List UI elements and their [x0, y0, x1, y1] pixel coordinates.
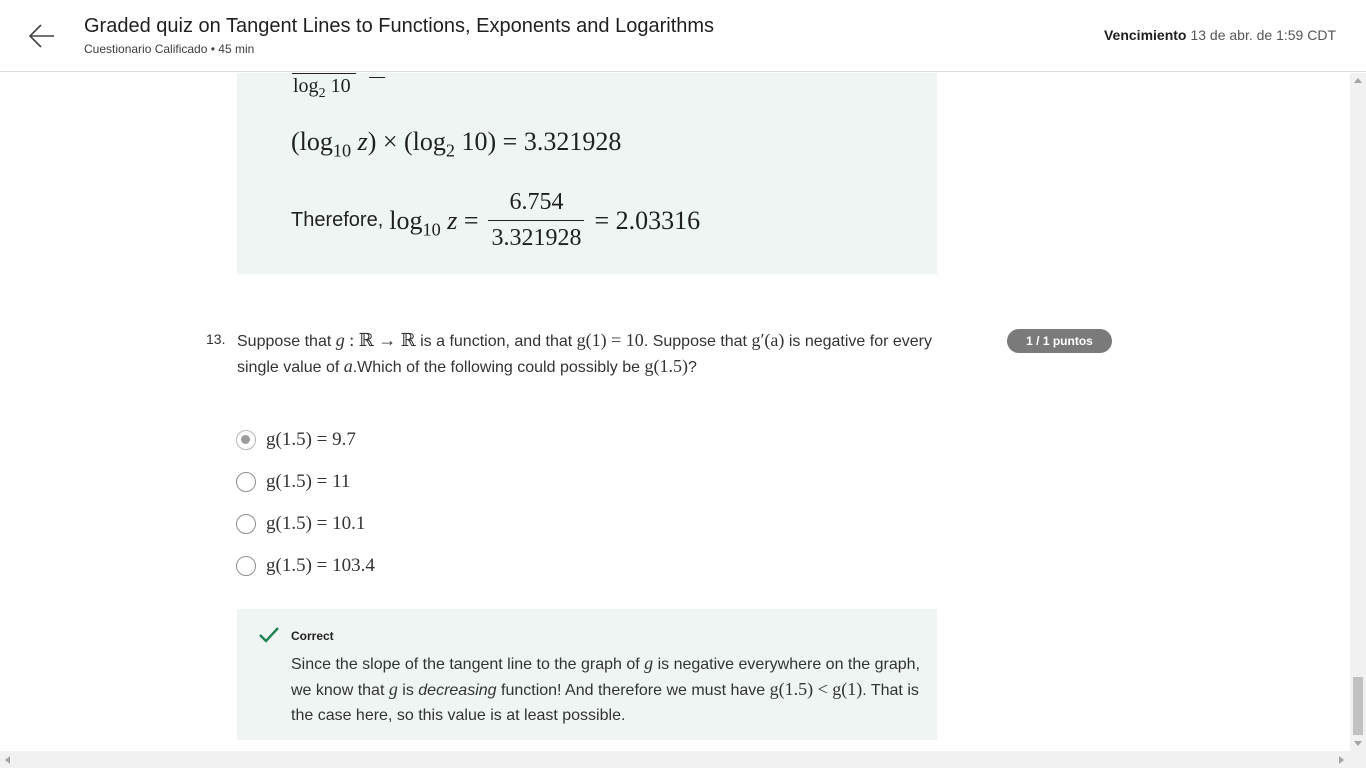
radio-unselected[interactable]	[236, 556, 256, 576]
back-button[interactable]	[26, 20, 58, 52]
scroll-up-icon[interactable]	[1354, 78, 1362, 83]
feedback-status: Correct	[291, 629, 334, 643]
radio-unselected[interactable]	[236, 472, 256, 492]
answer-option-4[interactable]: g(1.5) = 103.4	[236, 553, 375, 579]
quiz-content[interactable]: log2 10 (log10 z) × (log2 10) = 3.321928…	[0, 73, 1350, 751]
result-fraction: 6.754 3.321928	[488, 189, 585, 252]
equation-product: (log10 z) × (log2 10) = 3.321928	[291, 127, 622, 161]
answer-option-2[interactable]: g(1.5) = 11	[236, 469, 350, 495]
scroll-left-icon[interactable]	[5, 756, 10, 764]
horizontal-scrollbar[interactable]	[0, 751, 1366, 768]
due-date: Vencimiento 13 de abr. de 1:59 CDT	[1104, 27, 1336, 43]
page-title: Graded quiz on Tangent Lines to Function…	[84, 15, 715, 37]
question-number: 13.	[206, 331, 226, 347]
points-badge: 1 / 1 puntos	[1007, 329, 1112, 353]
check-icon	[259, 627, 279, 643]
due-label: Vencimiento	[1103, 27, 1187, 43]
answer-option-1[interactable]: g(1.5) = 9.7	[236, 427, 356, 453]
answer-feedback: Correct Since the slope of the tangent l…	[237, 609, 937, 740]
arrow-left-icon	[28, 24, 54, 48]
scroll-thumb[interactable]	[1353, 677, 1363, 735]
equation-result: Therefore, log10 z = 6.754 3.321928 = 2.…	[291, 189, 701, 252]
radio-unselected[interactable]	[236, 514, 256, 534]
scroll-right-icon[interactable]	[1339, 756, 1344, 764]
answer-option-3[interactable]: g(1.5) = 10.1	[236, 511, 365, 537]
log-text: log	[293, 75, 319, 97]
previous-explanation: log2 10 (log10 z) × (log2 10) = 3.321928…	[237, 73, 937, 274]
question-text: Suppose that g : ℝ → ℝ is a function, an…	[237, 330, 932, 376]
quiz-subtitle: Cuestionario Calificado • 45 min	[84, 42, 255, 56]
due-value: 13 de abr. de 1:59 CDT	[1190, 27, 1336, 43]
quiz-header: Graded quiz on Tangent Lines to Function…	[0, 0, 1366, 72]
scroll-down-icon[interactable]	[1354, 741, 1362, 746]
vertical-scrollbar[interactable]	[1350, 73, 1366, 751]
radio-selected[interactable]	[236, 430, 256, 450]
feedback-text: Since the slope of the tangent line to t…	[291, 653, 920, 724]
